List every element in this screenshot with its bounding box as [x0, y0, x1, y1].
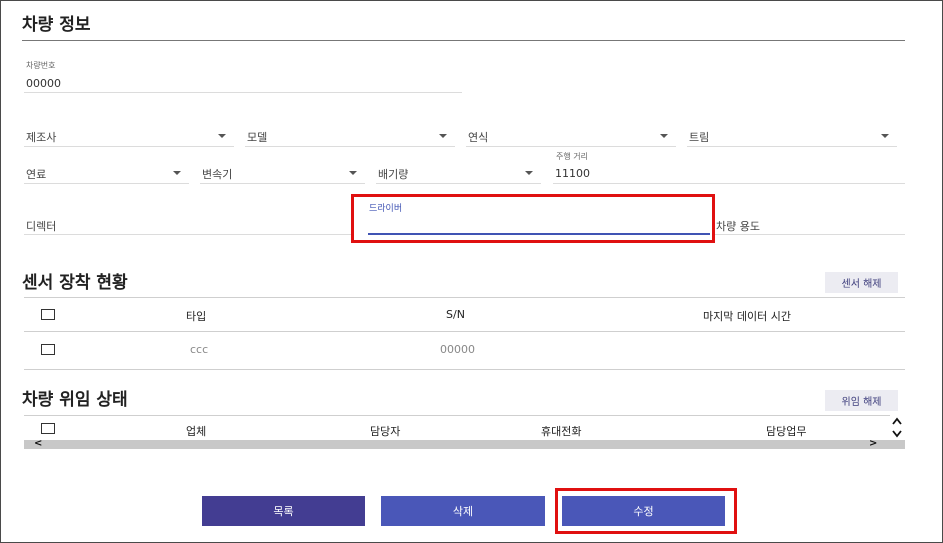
- sensor-row-type: ccc: [190, 343, 209, 356]
- chevron-down-icon: [881, 134, 889, 138]
- vehicle-info-title: 차량 정보: [22, 15, 91, 35]
- model-select[interactable]: 모델: [245, 124, 455, 146]
- horizontal-scrollbar[interactable]: < >: [24, 438, 905, 449]
- chevron-down-icon: [660, 134, 668, 138]
- sensor-title: 센서 장착 현황: [22, 273, 128, 293]
- sensor-release-button[interactable]: 센서 해제: [825, 272, 898, 293]
- trim-select[interactable]: 트림: [687, 124, 897, 146]
- transmission-select[interactable]: 변속기: [200, 161, 365, 183]
- sensor-col-sn: S/N: [446, 308, 465, 321]
- displacement-label: 배기량: [378, 168, 409, 181]
- chevron-down-icon: [525, 171, 533, 175]
- list-button[interactable]: 목록: [202, 496, 365, 526]
- chevron-down-icon: [349, 171, 357, 175]
- sensor-select-all-checkbox[interactable]: [41, 309, 55, 320]
- plate-label: 차량번호: [26, 61, 56, 70]
- plate-input[interactable]: 00000: [26, 77, 61, 90]
- page-frame: [0, 0, 943, 543]
- sensor-col-last-time: 마지막 데이터 시간: [703, 310, 791, 323]
- delegation-col-duty: 담당업무: [766, 425, 807, 438]
- chevron-down-icon: [439, 134, 447, 138]
- sensor-row-sn: 00000: [440, 343, 475, 356]
- delegation-col-phone: 휴대전화: [541, 425, 582, 438]
- manufacturer-select[interactable]: 제조사: [24, 124, 234, 146]
- chevron-down-icon: [218, 134, 226, 138]
- delete-button[interactable]: 삭제: [381, 496, 545, 526]
- delegation-select-all-checkbox[interactable]: [41, 423, 55, 434]
- fuel-select[interactable]: 연료: [24, 161, 189, 183]
- manufacturer-label: 제조사: [26, 131, 57, 144]
- director-input[interactable]: 디렉터: [26, 218, 56, 234]
- scroll-left-icon[interactable]: <: [34, 438, 42, 449]
- trim-label: 트림: [689, 131, 710, 144]
- plate-underline: [24, 92, 462, 93]
- table-row[interactable]: ccc 00000: [24, 332, 905, 369]
- edit-highlight-box: [555, 488, 737, 534]
- delegation-release-button[interactable]: 위임 해제: [825, 390, 898, 411]
- vertical-scrollbar[interactable]: [890, 416, 904, 440]
- mileage-input[interactable]: 11100: [555, 167, 590, 180]
- delegation-col-manager: 담당자: [370, 425, 401, 438]
- title-divider: [22, 40, 905, 41]
- delegation-title: 차량 위임 상태: [22, 390, 128, 410]
- year-select[interactable]: 연식: [466, 124, 676, 146]
- mileage-label: 주행 거리: [556, 152, 588, 161]
- driver-highlight-box: [351, 194, 715, 243]
- fuel-label: 연료: [26, 168, 47, 181]
- usage-input[interactable]: 차량 용도: [716, 218, 760, 234]
- sensor-col-type: 타입: [186, 310, 207, 323]
- chevron-down-icon: [173, 171, 181, 175]
- displacement-select[interactable]: 배기량: [376, 161, 541, 183]
- year-label: 연식: [468, 131, 489, 144]
- delegation-col-company: 업체: [186, 425, 207, 438]
- scroll-right-icon[interactable]: >: [869, 438, 877, 449]
- transmission-label: 변속기: [202, 168, 233, 181]
- model-label: 모델: [247, 131, 268, 144]
- sensor-row-checkbox[interactable]: [41, 344, 55, 355]
